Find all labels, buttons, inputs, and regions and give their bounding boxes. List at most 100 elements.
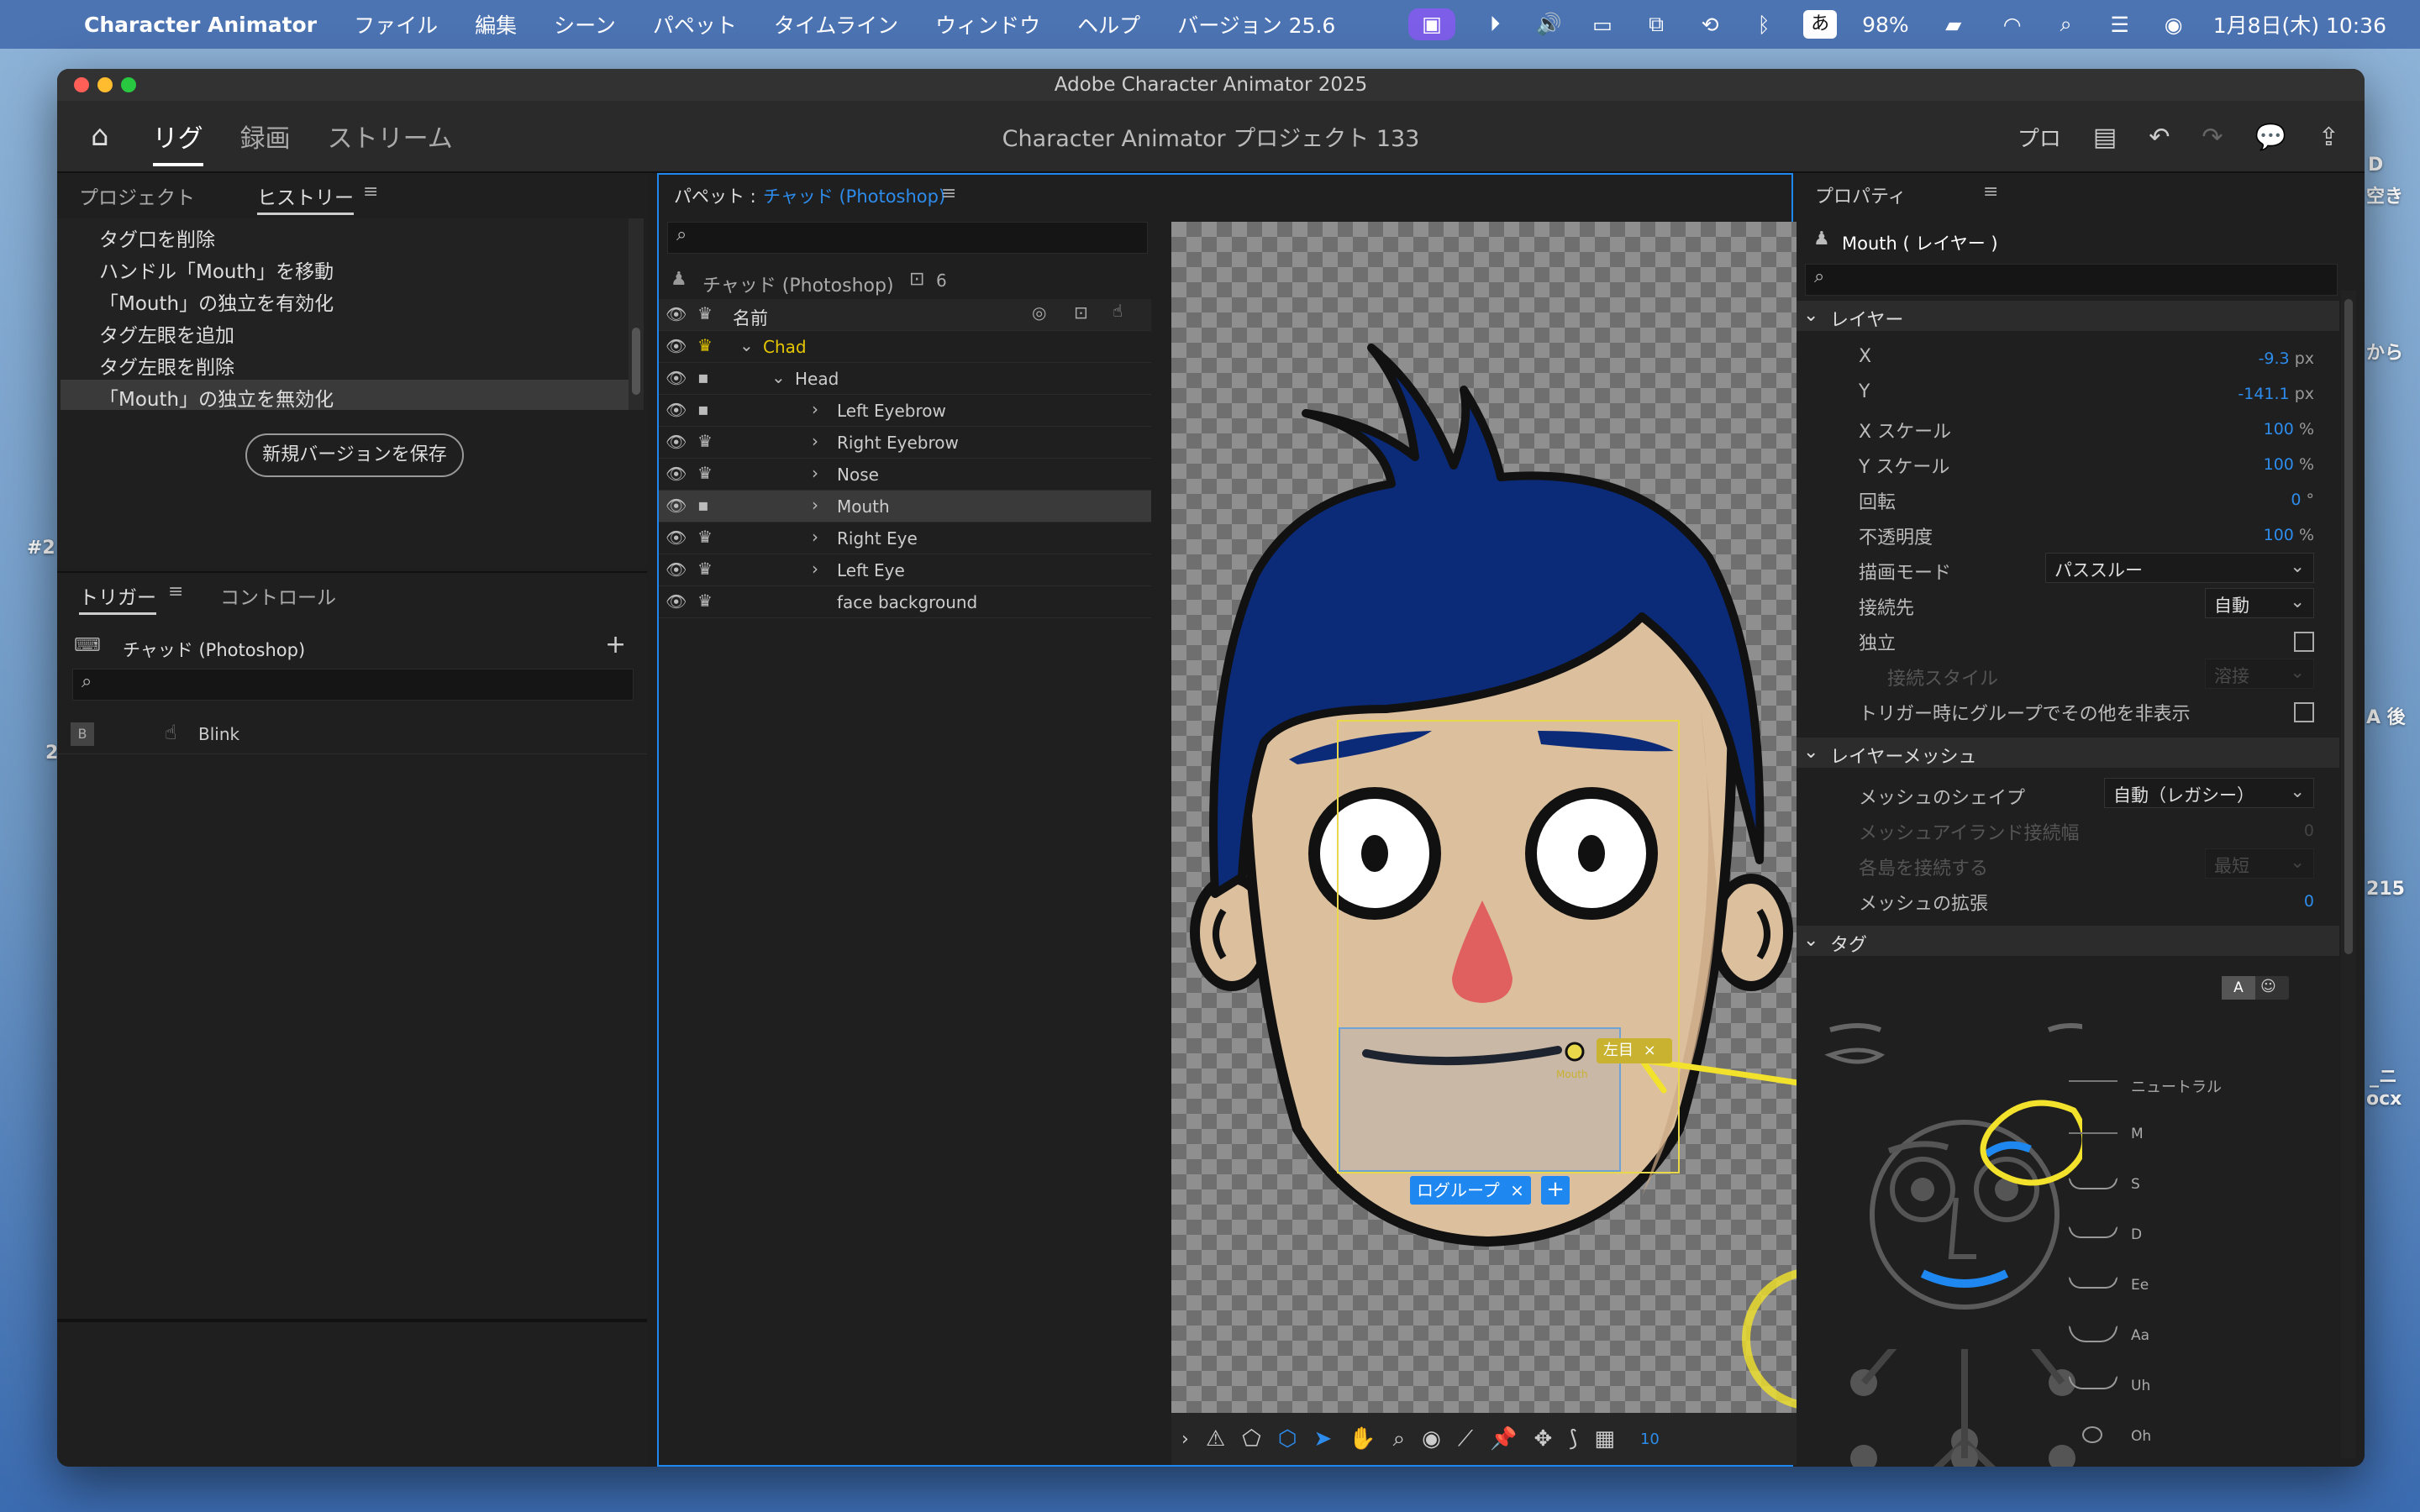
tag-d[interactable]: D — [2131, 1226, 2142, 1243]
eye-icon[interactable]: 👁 — [666, 368, 687, 388]
layer-row-selected[interactable]: 👁 ▪ › Mouth — [659, 491, 1151, 522]
eye-icon[interactable]: 👁 — [666, 591, 687, 612]
undo-icon[interactable]: ↶ — [2149, 123, 2170, 152]
menu-window[interactable]: ウィンドウ — [935, 9, 1040, 39]
prop-rotation-value[interactable]: 0 ° — [2291, 491, 2314, 509]
eye-icon[interactable]: 👁 — [666, 464, 687, 484]
tag-filter-text[interactable]: A — [2222, 976, 2255, 1000]
layer-row[interactable]: 👁 ♛ ⌄ Chad — [659, 331, 1151, 363]
layer-search-input[interactable]: ⌕ — [667, 222, 1148, 254]
eye-icon[interactable]: 👁 — [666, 528, 687, 548]
history-scrollbar[interactable] — [629, 218, 644, 410]
eye-icon[interactable]: 👁 — [666, 559, 687, 580]
layer-row[interactable]: 👁 ♛ › Right Eyebrow — [659, 427, 1151, 459]
puppet-canvas[interactable]: 左目 × Mouth ログループ × + — [1171, 222, 1798, 1413]
panel-menu-icon[interactable]: ≡ — [941, 183, 956, 204]
chevron-down-icon[interactable]: ⌄ — [739, 335, 754, 355]
history-item[interactable]: タグ左眼を追加 — [99, 319, 234, 348]
zoom-tool-icon[interactable]: ⌕ — [1393, 1426, 1406, 1452]
display-icon[interactable]: ▭ — [1588, 13, 1617, 37]
panel-menu-icon[interactable]: ≡ — [168, 581, 183, 602]
canvas-tag-chip[interactable]: 左目 × — [1597, 1038, 1672, 1063]
independent-checkbox[interactable] — [2294, 632, 2314, 652]
prop-x-value[interactable]: -9.3 px — [2259, 349, 2314, 368]
menu-puppet[interactable]: パペット — [653, 9, 737, 39]
crown-icon[interactable]: ♛ — [697, 591, 713, 611]
layer-row[interactable]: 👁 ▪ ⌄ Head — [659, 363, 1151, 395]
trigger-search-input[interactable]: ⌕ — [72, 669, 634, 701]
hand-tool-icon[interactable]: ✋ — [1349, 1426, 1376, 1452]
tab-stream[interactable]: ストリーム — [328, 109, 453, 163]
hide-others-checkbox[interactable] — [2294, 702, 2314, 722]
share-icon[interactable]: ⇪ — [2318, 123, 2339, 152]
tab-record[interactable]: 録画 — [240, 109, 291, 163]
mouth-tag-icon[interactable] — [2069, 1226, 2118, 1238]
panel-menu-icon[interactable]: ≡ — [363, 181, 378, 202]
prop-y-value[interactable]: -141.1 px — [2238, 385, 2314, 403]
history-item[interactable]: タグ左眼を削除 — [99, 351, 234, 380]
close-window-button[interactable] — [74, 77, 89, 92]
menu-clock[interactable]: 1月8日(木) 10:36 — [2213, 9, 2386, 39]
zoom-window-button[interactable] — [121, 77, 136, 92]
screen-record-icon[interactable]: ▣ — [1408, 8, 1456, 40]
tab-history[interactable]: ヒストリー — [257, 181, 354, 215]
menu-version[interactable]: バージョン 25.6 — [1177, 9, 1335, 39]
mesh-icon[interactable]: ⬠ — [1242, 1426, 1261, 1452]
properties-scrollbar[interactable] — [2341, 291, 2356, 1458]
properties-search-input[interactable]: ⌕ — [1805, 264, 2338, 296]
prop-opacity-value[interactable]: 100 % — [2264, 526, 2314, 544]
tag-aa[interactable]: Aa — [2131, 1327, 2149, 1344]
chevron-right-icon[interactable]: › — [812, 495, 818, 515]
face-icon[interactable]: ☺ — [2260, 978, 2276, 995]
tag-skeleton-diagram[interactable] — [1797, 1349, 2082, 1467]
mouth-tag-icon[interactable] — [2069, 1326, 2118, 1342]
mouth-tag-icon[interactable] — [2082, 1426, 2102, 1443]
eye-icon[interactable]: 👁 — [666, 432, 687, 452]
mouth-tag-icon[interactable] — [2069, 1080, 2118, 1084]
minimize-window-button[interactable] — [97, 77, 113, 92]
chevron-right-icon[interactable]: › — [812, 559, 818, 579]
tag-ee[interactable]: Ee — [2131, 1277, 2149, 1294]
crown-icon[interactable]: ♛ — [697, 527, 713, 547]
crown-icon[interactable]: ♛ — [697, 335, 713, 355]
transparency-grid-icon[interactable]: ▦ — [1594, 1426, 1615, 1452]
history-item[interactable]: タグ口を削除 — [99, 223, 215, 252]
crown-icon[interactable]: ♛ — [697, 559, 713, 579]
chevron-down-icon[interactable]: ⌄ — [771, 367, 786, 387]
save-version-button[interactable]: 新規バージョンを保存 — [245, 433, 464, 477]
chevron-right-icon[interactable]: › — [812, 463, 818, 483]
wifi-icon[interactable]: ◠ — [1998, 13, 2027, 37]
add-trigger-button[interactable]: + — [605, 630, 626, 659]
crown-icon[interactable]: ♛ — [697, 431, 713, 451]
history-item-selected[interactable]: 「Mouth」の独立を無効化 — [60, 380, 629, 411]
tag-s[interactable]: S — [2131, 1176, 2140, 1193]
home-icon[interactable]: ⌂ — [91, 119, 109, 153]
prop-yscale-value[interactable]: 100 % — [2264, 455, 2314, 474]
chevron-right-icon[interactable]: › — [812, 399, 818, 419]
stick-tool-icon[interactable]: ⟆ — [1569, 1426, 1577, 1452]
battery-icon[interactable]: ▰ — [1934, 13, 1973, 37]
panel-menu-icon[interactable]: ≡ — [1983, 181, 1998, 202]
eye-icon[interactable]: 👁 — [666, 400, 687, 420]
close-icon[interactable]: × — [1510, 1180, 1524, 1200]
mouth-tag-icon[interactable] — [2069, 1277, 2118, 1289]
menu-scene[interactable]: シーン — [554, 9, 616, 39]
select-tool-icon[interactable]: ➤ — [1313, 1426, 1332, 1452]
bluetooth-icon[interactable]: ᛒ — [1749, 13, 1778, 37]
crown-icon[interactable]: ♛ — [697, 303, 713, 323]
menu-edit[interactable]: 編集 — [475, 9, 517, 39]
tab-controls[interactable]: コントロール — [220, 581, 336, 610]
mouth-tag-icon[interactable] — [2069, 1376, 2118, 1389]
control-center-icon[interactable]: ☰ — [2106, 13, 2134, 37]
layer-row[interactable]: 👁 ♛ › Left Eye — [659, 554, 1151, 586]
menu-help[interactable]: ヘルプ — [1077, 9, 1140, 39]
siri-icon[interactable]: ◉ — [2160, 13, 2188, 37]
tag-neutral[interactable]: ニュートラル — [2131, 1075, 2222, 1097]
puppet-panel-title-name[interactable]: チャッド (Photoshop) — [763, 183, 945, 208]
origin-tool-icon[interactable]: ◉ — [1422, 1426, 1441, 1452]
redo-icon[interactable]: ↷ — [2202, 123, 2223, 152]
crown-icon[interactable]: ▪ — [697, 495, 709, 515]
shape-select-icon[interactable]: ⬡ — [1278, 1426, 1297, 1452]
eye-icon[interactable]: 👁 — [666, 496, 687, 516]
mouth-tag-icon[interactable] — [2069, 1132, 2118, 1136]
